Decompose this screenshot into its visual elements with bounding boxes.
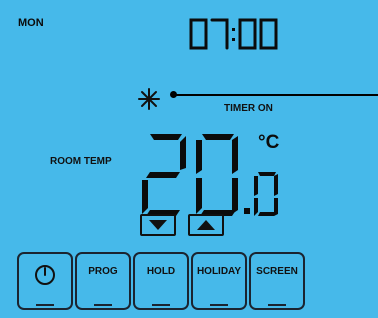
hold-label: HOLD (146, 266, 176, 277)
key-underline (210, 304, 228, 306)
temp-up-button[interactable] (188, 214, 224, 236)
prog-button[interactable]: PROG (75, 252, 131, 310)
key-underline (94, 304, 112, 306)
holiday-button[interactable]: HOLIDAY (191, 252, 247, 310)
key-underline (268, 304, 286, 306)
softkey-bar: PROG HOLD HOLIDAY SCREEN (17, 252, 317, 314)
power-button[interactable] (17, 252, 73, 310)
power-icon (34, 264, 56, 291)
day-label: MON (18, 17, 44, 29)
thermostat-screen: MON TIMER ON ROOM TEMP °C PROG HOLD HOLI… (0, 0, 378, 318)
arrow-down-icon (149, 220, 167, 230)
prog-label: PROG (88, 266, 118, 277)
temp-unit: °C (258, 132, 280, 153)
clock-display (188, 18, 280, 55)
timer-label: TIMER ON (224, 103, 273, 114)
timer-line (174, 94, 378, 96)
temp-down-button[interactable] (140, 214, 176, 236)
key-underline (36, 304, 54, 306)
arrow-up-icon (197, 220, 215, 230)
holiday-label: HOLIDAY (196, 266, 242, 277)
screen-label: SCREEN (256, 266, 298, 277)
screen-button[interactable]: SCREEN (249, 252, 305, 310)
snowflake-icon (138, 88, 160, 115)
room-temp-label: ROOM TEMP (50, 156, 112, 167)
key-underline (152, 304, 170, 306)
hold-button[interactable]: HOLD (133, 252, 189, 310)
